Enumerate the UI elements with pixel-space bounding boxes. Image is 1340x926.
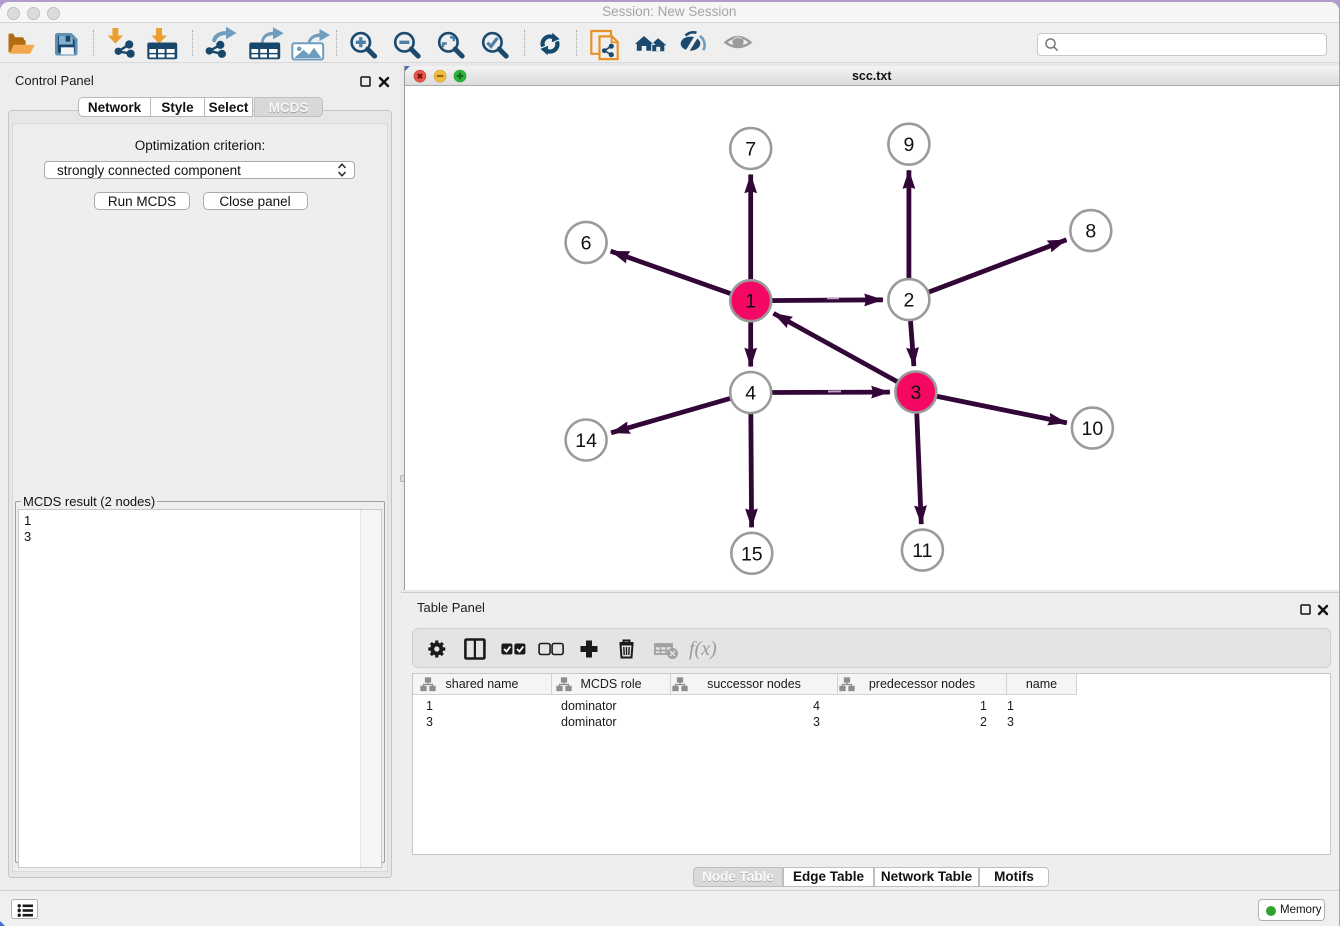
svg-text:2: 2 [903,290,914,312]
svg-text:7: 7 [745,139,756,161]
svg-text:f(x): f(x) [689,638,717,660]
svg-text:11: 11 [912,540,932,562]
svg-text:1: 1 [745,291,756,313]
svg-text:10: 10 [1082,418,1104,440]
svg-text:15: 15 [741,543,763,565]
svg-text:14: 14 [575,430,597,452]
svg-text:9: 9 [903,134,914,156]
svg-text:4: 4 [745,383,756,405]
svg-text:3: 3 [910,382,921,404]
svg-text:6: 6 [581,232,592,254]
svg-text:8: 8 [1085,221,1096,243]
